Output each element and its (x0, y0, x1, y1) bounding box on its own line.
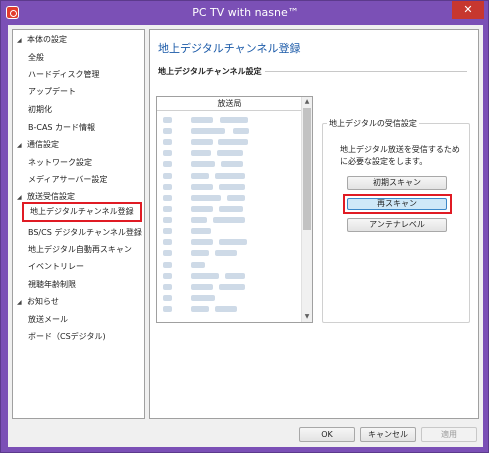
tree-group-label: 本体の設定 (27, 35, 67, 44)
ok-button[interactable]: OK (299, 427, 355, 442)
tree-item-update[interactable]: アップデート (28, 84, 76, 100)
close-button[interactable]: ✕ (452, 1, 484, 19)
rescan-button[interactable]: 再スキャン (347, 198, 447, 210)
settings-panel: 地上デジタルチャンネル登録 地上デジタルチャンネル設定 放送局 ▲ ▼ 地上デジ… (149, 29, 479, 419)
tree-item-hdd[interactable]: ハードディスク管理 (28, 67, 99, 83)
initial-scan-button[interactable]: 初期スキャン (347, 176, 447, 190)
section-divider (265, 71, 467, 72)
tree-group-device[interactable]: ◢ 本体の設定 (17, 32, 67, 48)
tree-group-notices[interactable]: ◢ お知らせ (17, 294, 59, 310)
scroll-up-icon[interactable]: ▲ (302, 97, 312, 107)
collapse-arrow-icon[interactable]: ◢ (17, 295, 27, 311)
settings-tree: ◢ 本体の設定 全般 ハードディスク管理 アップデート 初期化 B-CAS カード… (12, 29, 145, 419)
tree-group-label: お知らせ (27, 297, 59, 306)
tree-item-auto-rescan[interactable]: 地上デジタル自動再スキャン (28, 242, 132, 258)
tree-group-network[interactable]: ◢ 通信設定 (17, 137, 59, 153)
page-title: 地上デジタルチャンネル登録 (158, 42, 301, 55)
tree-item-reset[interactable]: 初期化 (28, 102, 52, 118)
scroll-down-icon[interactable]: ▼ (302, 312, 312, 322)
scroll-thumb[interactable] (303, 108, 311, 230)
antenna-level-button[interactable]: アンテナレベル (347, 218, 447, 232)
station-list[interactable]: 放送局 ▲ ▼ (156, 96, 313, 323)
dialog-client: ◢ 本体の設定 全般 ハードディスク管理 アップデート 初期化 B-CAS カード… (8, 25, 483, 447)
window-title: PC TV with nasne™ (192, 6, 299, 19)
collapse-arrow-icon[interactable]: ◢ (17, 138, 27, 154)
tree-item-media-server[interactable]: メディアサーバー設定 (28, 172, 107, 188)
tree-item-age-restriction[interactable]: 視聴年齢制限 (28, 277, 76, 293)
tree-item-general[interactable]: 全般 (28, 50, 44, 66)
tree-item-bcas[interactable]: B-CAS カード情報 (28, 120, 95, 136)
group-description: 地上デジタル放送を受信するために必要な設定をします。 (340, 145, 460, 166)
app-window: PC TV with nasne™ ✕ ◢ 本体の設定 全般 ハードディスク管理 … (0, 0, 489, 453)
reception-settings-group: 地上デジタルの受信設定 地上デジタル放送を受信するために必要な設定をします。 初… (322, 118, 470, 323)
section-title: 地上デジタルチャンネル設定 (158, 67, 262, 76)
tree-item-bscs-channels[interactable]: BS/CS デジタルチャンネル登録 (28, 225, 142, 241)
tree-item-network-settings[interactable]: ネットワーク設定 (28, 155, 92, 171)
cancel-button[interactable]: キャンセル (360, 427, 416, 442)
tree-item-board[interactable]: ボード（CSデジタル) (28, 329, 106, 345)
apply-button[interactable]: 適用 (421, 427, 477, 442)
tree-item-event-relay[interactable]: イベントリレー (28, 259, 84, 275)
tree-group-label: 通信設定 (27, 140, 59, 149)
column-header-station[interactable]: 放送局 (157, 97, 302, 111)
list-scrollbar[interactable]: ▲ ▼ (301, 97, 312, 322)
title-bar[interactable]: PC TV with nasne™ ✕ (1, 1, 489, 25)
group-title: 地上デジタルの受信設定 (327, 118, 419, 129)
tree-group-label: 放送受信設定 (27, 192, 75, 201)
tree-item-broadcast-mail[interactable]: 放送メール (28, 312, 68, 328)
tree-item-terrestrial-channels[interactable]: 地上デジタルチャンネル登録 (22, 202, 142, 222)
collapse-arrow-icon[interactable]: ◢ (17, 33, 27, 49)
